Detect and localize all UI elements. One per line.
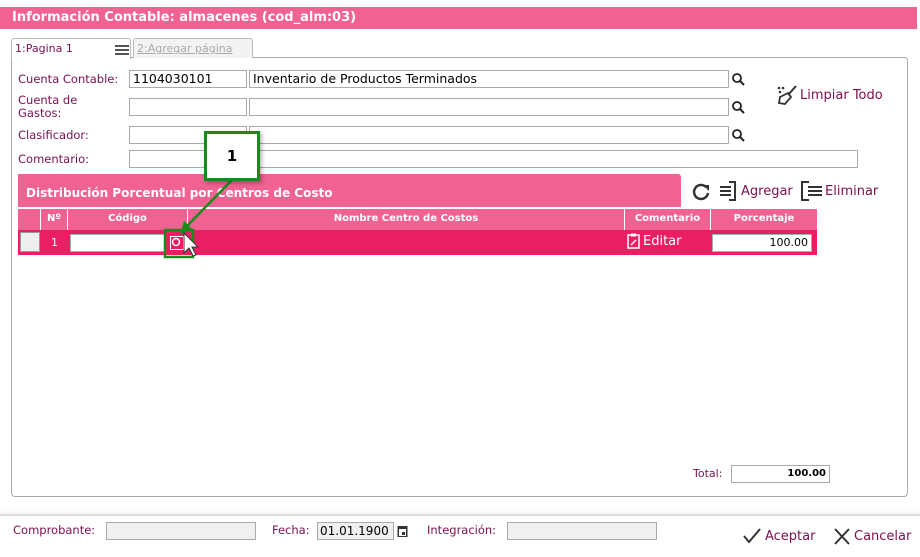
- cancelar-button[interactable]: Cancelar: [833, 528, 911, 545]
- cuenta-contable-code-input[interactable]: 1104030101: [129, 70, 247, 88]
- tab-pagina-1[interactable]: 1:Pagina 1: [11, 38, 131, 59]
- section-title: Distribución Porcentual por Centros de C…: [18, 174, 681, 207]
- calendar-icon[interactable]: [397, 523, 408, 542]
- search-icon[interactable]: [731, 71, 745, 90]
- agregar-button[interactable]: Agregar: [718, 180, 793, 202]
- fecha-input[interactable]: 01.01.1900: [317, 522, 394, 540]
- cuenta-gastos-name-input[interactable]: [249, 98, 729, 116]
- column-header-comentario: Comentario: [625, 209, 711, 230]
- cuenta-gastos-label: Cuenta de Gastos:: [18, 93, 78, 120]
- menu-icon[interactable]: [115, 43, 129, 63]
- window-title: Información Contable: almacenes (cod_alm…: [0, 7, 917, 29]
- cuenta-gastos-code-input[interactable]: [129, 98, 247, 116]
- clipboard-edit-icon: [627, 233, 640, 249]
- total-label: Total:: [693, 467, 723, 480]
- editar-label: Editar: [643, 233, 682, 249]
- tab-panel: [11, 57, 908, 497]
- aceptar-label: Aceptar: [765, 528, 816, 544]
- cancelar-label: Cancelar: [854, 529, 912, 544]
- integracion-input[interactable]: [507, 522, 657, 540]
- cuenta-contable-name-input[interactable]: Inventario de Productos Terminados: [249, 70, 729, 88]
- search-icon[interactable]: [731, 99, 745, 118]
- comprobante-input[interactable]: [106, 522, 256, 540]
- remove-row-icon: [801, 181, 822, 201]
- callout-badge: 1: [204, 131, 260, 181]
- total-value: 100.00: [731, 465, 830, 483]
- limpiar-todo-button[interactable]: Limpiar Todo: [776, 84, 883, 106]
- tab-agregar-pagina[interactable]: 2:Agregar página: [133, 38, 253, 58]
- aceptar-button[interactable]: Aceptar: [742, 528, 815, 544]
- integracion-label: Integración:: [427, 523, 497, 537]
- cuenta-contable-label: Cuenta Contable:: [18, 72, 119, 86]
- column-header-n: Nº: [41, 209, 68, 230]
- add-row-icon: [720, 181, 736, 201]
- editar-comentario-button[interactable]: Editar: [627, 233, 682, 249]
- limpiar-todo-label: Limpiar Todo: [800, 87, 883, 103]
- porcentaje-input[interactable]: 100.00: [712, 234, 812, 252]
- clasificador-name-input[interactable]: [249, 126, 729, 144]
- comentario-label: Comentario:: [18, 152, 90, 166]
- row-number: 1: [51, 236, 58, 249]
- tab-label: 1:Pagina 1: [15, 42, 73, 55]
- check-icon: [743, 528, 761, 544]
- select-column-header: [18, 209, 41, 230]
- eliminar-button[interactable]: Eliminar: [800, 180, 878, 202]
- agregar-label: Agregar: [741, 183, 793, 199]
- column-header-porcentaje: Porcentaje: [711, 209, 817, 230]
- eliminar-label: Eliminar: [825, 183, 879, 199]
- codigo-input[interactable]: [70, 234, 165, 252]
- search-icon[interactable]: [731, 127, 745, 146]
- fecha-label: Fecha:: [272, 523, 310, 537]
- footer-divider: [0, 514, 920, 516]
- clasificador-label: Clasificador:: [18, 128, 89, 142]
- comprobante-label: Comprobante:: [13, 523, 96, 537]
- broom-icon: [777, 85, 797, 105]
- close-icon: [834, 528, 850, 545]
- refresh-icon[interactable]: [691, 182, 711, 206]
- row-select-checkbox[interactable]: [20, 232, 40, 252]
